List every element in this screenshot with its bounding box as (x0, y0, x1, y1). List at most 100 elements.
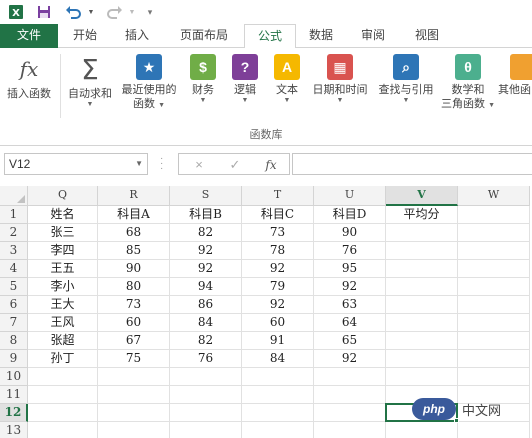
cell-w3[interactable] (458, 242, 530, 260)
cell-v3[interactable] (386, 242, 458, 260)
cell-u12[interactable] (314, 404, 386, 422)
cell-v10[interactable] (386, 368, 458, 386)
financial-button[interactable]: $ 财务 ▼ (184, 54, 222, 105)
recently-used-button[interactable]: ★ 最近使用的 函数 ▼ (118, 54, 180, 111)
column-header-v[interactable]: V (386, 186, 458, 206)
cell-u1[interactable]: 科目D (314, 206, 386, 224)
name-box[interactable]: V12 ▼ (4, 153, 148, 175)
cell-t10[interactable] (242, 368, 314, 386)
cell-u9[interactable]: 92 (314, 350, 386, 368)
column-header-q[interactable]: Q (28, 186, 98, 206)
cancel-icon[interactable]: × (187, 156, 211, 174)
redo-icon[interactable] (104, 2, 126, 22)
redo-dropdown-icon[interactable]: ▼ (127, 2, 137, 22)
cell-r11[interactable] (98, 386, 170, 404)
cell-q10[interactable] (28, 368, 98, 386)
text-button[interactable]: A 文本 ▼ (268, 54, 306, 105)
cell-q12[interactable] (28, 404, 98, 422)
cell-s2[interactable]: 82 (170, 224, 242, 242)
cell-u11[interactable] (314, 386, 386, 404)
cell-r4[interactable]: 90 (98, 260, 170, 278)
cell-t9[interactable]: 84 (242, 350, 314, 368)
cell-v4[interactable] (386, 260, 458, 278)
cell-v9[interactable] (386, 350, 458, 368)
row-header-6[interactable]: 6 (0, 296, 28, 314)
column-header-u[interactable]: U (314, 186, 386, 206)
cell-u3[interactable]: 76 (314, 242, 386, 260)
cell-r3[interactable]: 85 (98, 242, 170, 260)
cell-q11[interactable] (28, 386, 98, 404)
cell-q1[interactable]: 姓名 (28, 206, 98, 224)
cell-w2[interactable] (458, 224, 530, 242)
column-header-r[interactable]: R (98, 186, 170, 206)
column-header-s[interactable]: S (170, 186, 242, 206)
tab-review[interactable]: 审阅 (350, 24, 396, 48)
tab-view[interactable]: 视图 (404, 24, 450, 48)
cell-t1[interactable]: 科目C (242, 206, 314, 224)
row-header-5[interactable]: 5 (0, 278, 28, 296)
row-header-7[interactable]: 7 (0, 314, 28, 332)
cell-q9[interactable]: 孙丁 (28, 350, 98, 368)
cell-s7[interactable]: 84 (170, 314, 242, 332)
cell-w7[interactable] (458, 314, 530, 332)
cell-t11[interactable] (242, 386, 314, 404)
cell-w8[interactable] (458, 332, 530, 350)
tab-home[interactable]: 开始 (62, 24, 108, 48)
cell-s6[interactable]: 86 (170, 296, 242, 314)
cell-r9[interactable]: 75 (98, 350, 170, 368)
cell-r8[interactable]: 67 (98, 332, 170, 350)
cell-q4[interactable]: 王五 (28, 260, 98, 278)
formula-input[interactable] (292, 153, 532, 175)
save-icon[interactable] (34, 2, 54, 22)
cell-q6[interactable]: 王大 (28, 296, 98, 314)
cell-s3[interactable]: 92 (170, 242, 242, 260)
cell-t13[interactable] (242, 422, 314, 438)
row-header-8[interactable]: 8 (0, 332, 28, 350)
cell-r1[interactable]: 科目A (98, 206, 170, 224)
cell-q2[interactable]: 张三 (28, 224, 98, 242)
row-header-9[interactable]: 9 (0, 350, 28, 368)
cell-r6[interactable]: 73 (98, 296, 170, 314)
cell-r10[interactable] (98, 368, 170, 386)
cell-t8[interactable]: 91 (242, 332, 314, 350)
column-header-w[interactable]: W (458, 186, 530, 206)
row-header-11[interactable]: 11 (0, 386, 28, 404)
cell-s5[interactable]: 94 (170, 278, 242, 296)
cell-u8[interactable]: 65 (314, 332, 386, 350)
undo-dropdown-icon[interactable]: ▼ (86, 2, 96, 22)
cell-w13[interactable] (458, 422, 530, 438)
cell-t3[interactable]: 78 (242, 242, 314, 260)
cell-s8[interactable]: 82 (170, 332, 242, 350)
select-all-corner[interactable] (0, 186, 28, 206)
formula-bar-resize-handle[interactable]: · · · (160, 154, 170, 174)
tab-file[interactable]: 文件 (0, 24, 58, 48)
row-header-4[interactable]: 4 (0, 260, 28, 278)
cell-w6[interactable] (458, 296, 530, 314)
logical-button[interactable]: ? 逻辑 ▼ (226, 54, 264, 105)
cell-t7[interactable]: 60 (242, 314, 314, 332)
cell-q8[interactable]: 张超 (28, 332, 98, 350)
cell-s12[interactable] (170, 404, 242, 422)
cell-q7[interactable]: 王风 (28, 314, 98, 332)
cell-v7[interactable] (386, 314, 458, 332)
tab-formulas[interactable]: 公式 (244, 24, 296, 49)
cell-w4[interactable] (458, 260, 530, 278)
column-header-t[interactable]: T (242, 186, 314, 206)
cell-v2[interactable] (386, 224, 458, 242)
math-trig-button[interactable]: θ 数学和 三角函数 ▼ (440, 54, 496, 111)
cell-u10[interactable] (314, 368, 386, 386)
cell-s11[interactable] (170, 386, 242, 404)
row-header-1[interactable]: 1 (0, 206, 28, 224)
cell-q3[interactable]: 李四 (28, 242, 98, 260)
cell-v8[interactable] (386, 332, 458, 350)
cell-r5[interactable]: 80 (98, 278, 170, 296)
tab-page-layout[interactable]: 页面布局 (168, 24, 240, 48)
cell-v13[interactable] (386, 422, 458, 438)
row-header-13[interactable]: 13 (0, 422, 28, 438)
cell-s4[interactable]: 92 (170, 260, 242, 278)
cell-w5[interactable] (458, 278, 530, 296)
lookup-reference-button[interactable]: ⌕ 查找与引用 ▼ (374, 54, 438, 105)
enter-icon[interactable]: ✓ (223, 156, 247, 174)
cell-u2[interactable]: 90 (314, 224, 386, 242)
row-header-2[interactable]: 2 (0, 224, 28, 242)
